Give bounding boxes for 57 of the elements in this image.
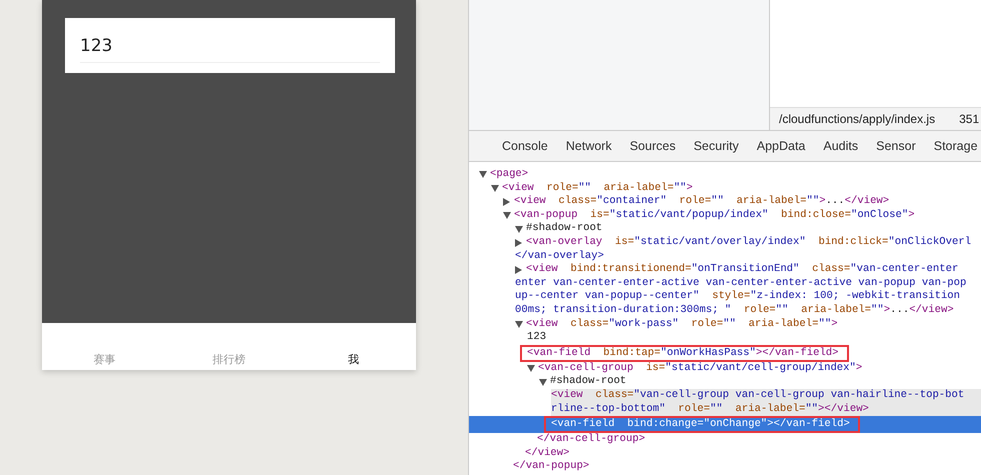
- code-line: <van-field bind:change="onChange"></van-field>: [551, 418, 850, 430]
- caret-icon[interactable]: [515, 266, 522, 274]
- code-line: </view>: [525, 446, 570, 460]
- code-line: enter van-center-enter-active van-center-enter-active van-popup van-pop: [515, 276, 966, 289]
- caret-icon[interactable]: [515, 226, 523, 233]
- tree-row[interactable]: 123: [469, 331, 981, 345]
- caret-icon[interactable]: [515, 238, 522, 247]
- caret-icon[interactable]: [503, 212, 511, 220]
- tree-row[interactable]: <van-popup is="static/vant/popup/index" bind:close="onClose">: [469, 208, 981, 222]
- tab-bar-item[interactable]: 我: [291, 352, 416, 367]
- input-field[interactable]: 123: [65, 18, 395, 73]
- tree-row[interactable]: <van-overlay is="static/vant/overlay/index" bind:click="onClickOverl </van-overlay>: [469, 236, 981, 264]
- code-line: </van-popup>: [513, 460, 590, 474]
- tree-row[interactable]: </view>: [469, 446, 981, 460]
- code-line: <view class="van-cell-group van-cell-group van-hairline--top-bot: [551, 388, 964, 402]
- caret-icon[interactable]: [515, 320, 523, 328]
- tree-row[interactable]: <view class="work-pass" role="" aria-label="">: [469, 318, 981, 332]
- tree-row[interactable]: <van-cell-group is="static/vant/cell-group/index">: [469, 362, 981, 376]
- devtools-tab[interactable]: Sources: [624, 139, 682, 153]
- tree-row[interactable]: #shadow-root: [469, 222, 981, 236]
- code-line: <page>: [490, 168, 528, 182]
- code-line: <view bind:transitionend="onTransitionEnd" class="van-center-enter: [526, 263, 958, 277]
- code-line: up--center van-popup--center" style="z-index: 100; -webkit-transition: [515, 290, 960, 302]
- tree-row[interactable]: <page>: [469, 168, 981, 182]
- code-line: <van-field bind:tap="onWorkHasPass"></van-field>: [527, 346, 839, 359]
- tree-row[interactable]: <van-field bind:change="onChange"></van-field>: [469, 416, 981, 434]
- devtools-tab[interactable]: Network: [560, 139, 618, 153]
- tree-row[interactable]: <view class="container" role="" aria-label="">...</view>: [469, 195, 981, 209]
- caret-icon[interactable]: [503, 198, 510, 206]
- devtools-tab[interactable]: Sensor: [870, 139, 922, 153]
- devtools-tab[interactable]: AppData: [750, 139, 812, 153]
- tree-row[interactable]: </van-popup>: [469, 460, 981, 474]
- code-line: <view class="container" role="" aria-label="">...</view>: [514, 195, 890, 209]
- code-line: #shadow-root: [550, 375, 626, 389]
- code-line: rline--top-bottom" role="" aria-label=""></view>: [551, 402, 869, 414]
- devtools-tab[interactable]: Audits: [817, 139, 864, 153]
- devtools-tab[interactable]: Storage: [928, 139, 981, 153]
- code-line: #shadow-root: [526, 222, 602, 236]
- devtools-tab[interactable]: Console: [496, 139, 554, 153]
- caret-icon[interactable]: [491, 184, 499, 192]
- tree-row[interactable]: <van-field bind:tap="onWorkHasPass"></van-field>: [469, 344, 981, 362]
- caret-icon[interactable]: [479, 171, 487, 178]
- tree-row[interactable]: </van-cell-group>: [469, 433, 981, 447]
- code-line: <van-cell-group is="static/vant/cell-group/index">: [538, 362, 862, 375]
- devtools-tab[interactable]: Security: [688, 139, 745, 153]
- code-line: <van-popup is="static/vant/popup/index" bind:close="onClose">: [514, 208, 915, 222]
- code-line: 00ms; transition-duration:300ms; " role="" aria-label="">...</view>: [515, 304, 954, 316]
- code-line: <view role="" aria-label="">: [502, 182, 693, 195]
- code-line: 123: [527, 331, 546, 345]
- tree-row[interactable]: <view role="" aria-label="">: [469, 182, 981, 196]
- code-line: <view class="work-pass" role="" aria-label="">: [526, 318, 838, 332]
- code-line: <van-overlay is="static/vant/overlay/index" bind:click="onClickOverl: [526, 236, 972, 250]
- caret-icon[interactable]: [527, 365, 535, 372]
- line-number: 351: [959, 112, 980, 126]
- file-path[interactable]: /cloudfunctions/apply/index.js: [779, 112, 936, 126]
- code-line: </van-overlay>: [515, 250, 604, 262]
- code-line: </van-cell-group>: [537, 433, 646, 447]
